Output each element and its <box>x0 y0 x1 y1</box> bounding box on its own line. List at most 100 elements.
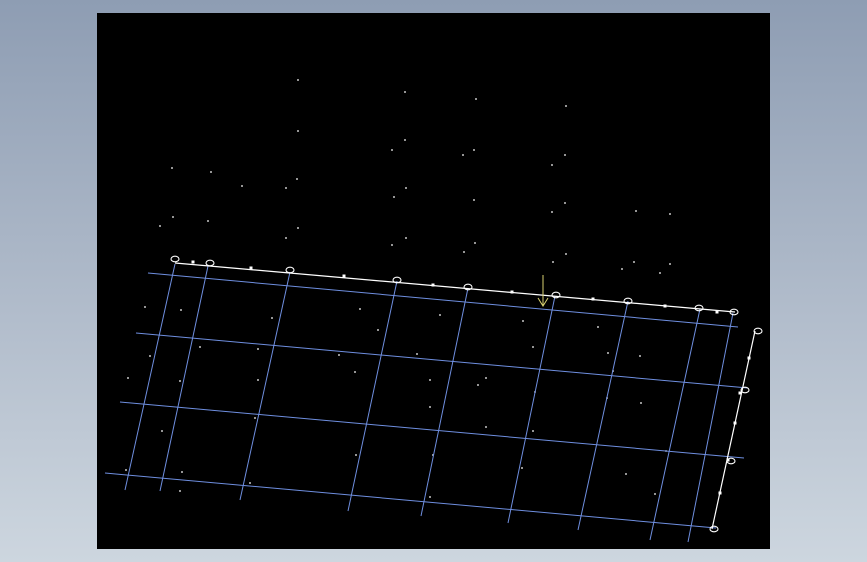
point-mark <box>271 317 273 319</box>
point-mark <box>521 467 523 469</box>
point-mark <box>172 216 174 218</box>
support-circle-icon <box>170 255 180 263</box>
grid-line-vertical <box>420 287 469 517</box>
point-mark <box>532 430 534 432</box>
support-circle-icon <box>285 266 295 274</box>
node-square-icon <box>249 266 253 270</box>
point-cloud <box>125 79 671 498</box>
grid-line-horizontal <box>147 272 739 328</box>
point-mark <box>241 185 243 187</box>
point-mark <box>296 178 298 180</box>
point-mark <box>180 309 182 311</box>
right-edge-line <box>711 330 756 530</box>
point-mark <box>564 202 566 204</box>
node-square-icon <box>510 290 514 294</box>
point-mark <box>125 469 127 471</box>
point-mark <box>485 377 487 379</box>
grid-line-vertical <box>649 308 701 541</box>
grid-line-vertical <box>347 280 398 512</box>
node-square-icon <box>718 491 722 495</box>
point-mark <box>254 417 256 419</box>
support-circle-icon <box>205 259 215 267</box>
support-circle-icon <box>694 304 704 312</box>
point-mark <box>257 348 259 350</box>
point-mark <box>159 225 161 227</box>
point-mark <box>551 211 553 213</box>
point-mark <box>522 320 524 322</box>
point-mark <box>377 329 379 331</box>
point-mark <box>621 268 623 270</box>
point-mark <box>564 154 566 156</box>
support-circle-icon <box>709 525 719 533</box>
node-square-icon <box>715 310 719 314</box>
point-mark <box>179 380 181 382</box>
cad-application <box>0 0 867 562</box>
point-mark <box>439 314 441 316</box>
point-mark <box>625 473 627 475</box>
point-mark <box>485 426 487 428</box>
point-mark <box>249 482 251 484</box>
grid-line-vertical <box>507 295 556 524</box>
grid-line-vertical <box>239 271 291 501</box>
grid-line-horizontal <box>104 472 717 529</box>
point-mark <box>659 272 661 274</box>
point-mark <box>179 490 181 492</box>
point-mark <box>149 355 151 357</box>
point-mark <box>552 261 554 263</box>
point-mark <box>473 199 475 201</box>
point-mark <box>475 98 477 100</box>
point-mark <box>207 220 209 222</box>
point-mark <box>355 454 357 456</box>
point-mark <box>257 379 259 381</box>
point-mark <box>669 263 671 265</box>
node-square-icon <box>191 260 195 264</box>
point-mark <box>297 130 299 132</box>
node-square-icon <box>738 391 742 395</box>
point-mark <box>532 346 534 348</box>
structural-grid-model[interactable] <box>0 0 867 562</box>
point-mark <box>405 187 407 189</box>
point-mark <box>285 237 287 239</box>
point-mark <box>144 306 146 308</box>
node-square-icon <box>591 297 595 301</box>
node-square-icon <box>663 304 667 308</box>
point-mark <box>429 406 431 408</box>
point-mark <box>297 227 299 229</box>
node-square-icon <box>726 458 730 462</box>
grid-lines <box>104 263 749 543</box>
point-mark <box>463 251 465 253</box>
point-mark <box>338 354 340 356</box>
point-mark <box>297 79 299 81</box>
point-mark <box>171 167 173 169</box>
point-mark <box>669 213 671 215</box>
point-mark <box>181 471 183 473</box>
point-mark <box>607 352 609 354</box>
point-mark <box>161 430 163 432</box>
point-mark <box>210 171 212 173</box>
point-mark <box>640 402 642 404</box>
point-mark <box>565 253 567 255</box>
point-mark <box>391 244 393 246</box>
point-mark <box>597 326 599 328</box>
load-indicator <box>537 275 549 307</box>
point-mark <box>359 308 361 310</box>
point-mark <box>473 149 475 151</box>
support-circle-icon <box>753 327 763 335</box>
point-mark <box>565 105 567 107</box>
grid-line-horizontal <box>119 401 745 459</box>
node-square-icon <box>733 421 737 425</box>
grid-line-vertical <box>577 300 629 531</box>
grid-line-vertical <box>687 312 734 543</box>
point-mark <box>405 237 407 239</box>
node-square-icon <box>431 283 435 287</box>
point-mark <box>429 379 431 381</box>
point-mark <box>391 149 393 151</box>
point-mark <box>404 139 406 141</box>
point-mark <box>429 496 431 498</box>
point-mark <box>474 242 476 244</box>
point-mark <box>404 91 406 93</box>
point-mark <box>654 493 656 495</box>
node-square-icon <box>342 274 346 278</box>
point-mark <box>551 164 553 166</box>
top-edge-line <box>174 262 736 313</box>
